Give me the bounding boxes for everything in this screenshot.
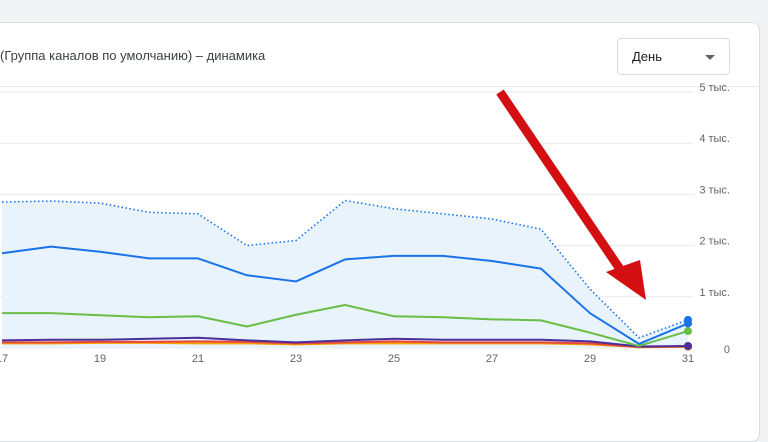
y-tick-label: 4 тыс. xyxy=(699,133,730,145)
y-tick-label: 1 тыс. xyxy=(699,287,730,299)
y-tick-label: 3 тыс. xyxy=(699,184,730,196)
y-tick-label: 5 тыс. xyxy=(699,82,730,94)
y-tick-label: 2 тыс. xyxy=(699,236,730,248)
series-end-marker xyxy=(684,315,692,324)
y-tick-label: 0 xyxy=(724,344,730,356)
x-tick-label: 27 xyxy=(486,353,498,365)
x-tick-label: 31 xyxy=(682,353,694,365)
x-tick-label: 21 xyxy=(192,353,204,365)
line-chart: 0 1 тыс. 2 тыс. 3 тыс. 4 тыс. 5 тыс. 17 19 21 23 2… xyxy=(0,82,730,365)
series-end-marker xyxy=(684,327,692,336)
x-tick-label: 23 xyxy=(290,353,302,365)
x-tick-label: 25 xyxy=(388,353,400,365)
x-tick-label: 29 xyxy=(584,353,596,365)
series-end-marker xyxy=(684,341,692,350)
annotation-arrow-head xyxy=(606,260,646,300)
x-tick-label: 17 xyxy=(0,353,8,365)
x-tick-label: 19 xyxy=(94,353,106,365)
